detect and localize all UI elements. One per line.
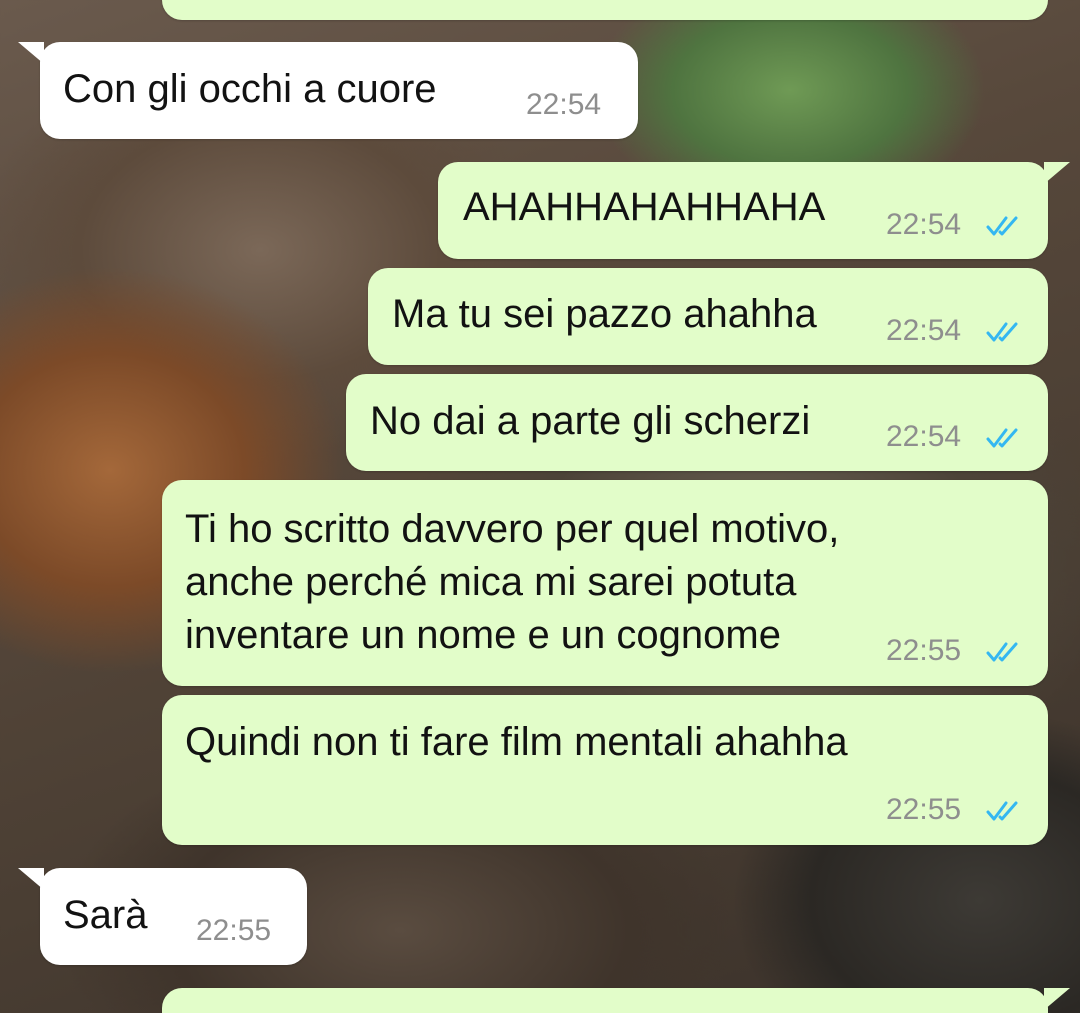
message-text: Con gli occhi a cuore bbox=[63, 67, 437, 111]
message-time: 22:55 bbox=[196, 914, 272, 947]
read-double-tick-icon bbox=[986, 216, 1018, 236]
message-text-line: Ti ho scritto davvero per quel motivo, bbox=[185, 507, 840, 551]
message-time: 22:54 bbox=[886, 314, 962, 347]
message-text: Sarà bbox=[63, 893, 148, 937]
message-bubble-outgoing[interactable]: AHAHHAHAHHAHA 22:54 bbox=[438, 162, 1048, 259]
read-double-tick-icon bbox=[986, 322, 1018, 342]
message-text-line: inventare un nome e un cognome bbox=[185, 613, 781, 657]
message-text-line: anche perché mica mi sarei potuta bbox=[185, 560, 797, 604]
message-text: Ma tu sei pazzo ahahha bbox=[392, 292, 817, 336]
message-time: 22:54 bbox=[886, 208, 962, 241]
message-text: No dai a parte gli scherzi bbox=[370, 399, 811, 443]
message-bubble-outgoing[interactable]: Ma tu sei pazzo ahahha 22:54 bbox=[368, 268, 1048, 365]
read-double-tick-icon bbox=[986, 642, 1018, 662]
message-bubble-outgoing[interactable]: Quindi non ti fare film mentali ahahha 2… bbox=[162, 695, 1048, 845]
message-time: 22:54 bbox=[886, 420, 962, 453]
message-bubble-incoming[interactable]: Con gli occhi a cuore 22:54 bbox=[40, 42, 638, 139]
message-text: Quindi non ti fare film mentali ahahha bbox=[185, 720, 848, 764]
message-bubble-partial-top[interactable] bbox=[162, 0, 1048, 20]
read-double-tick-icon bbox=[986, 801, 1018, 821]
message-bubble-outgoing[interactable]: Ti ho scritto davvero per quel motivo, a… bbox=[162, 480, 1048, 686]
read-double-tick-icon bbox=[986, 428, 1018, 448]
message-text: AHAHHAHAHHAHA bbox=[463, 185, 826, 229]
message-bubble-incoming[interactable]: Sarà 22:55 bbox=[40, 868, 307, 965]
message-bubble-outgoing[interactable]: No dai a parte gli scherzi 22:54 bbox=[346, 374, 1048, 471]
message-time: 22:55 bbox=[886, 793, 962, 826]
message-time: 22:55 bbox=[886, 634, 962, 667]
message-bubble-partial-bottom[interactable] bbox=[162, 988, 1048, 1013]
message-time: 22:54 bbox=[526, 88, 602, 121]
